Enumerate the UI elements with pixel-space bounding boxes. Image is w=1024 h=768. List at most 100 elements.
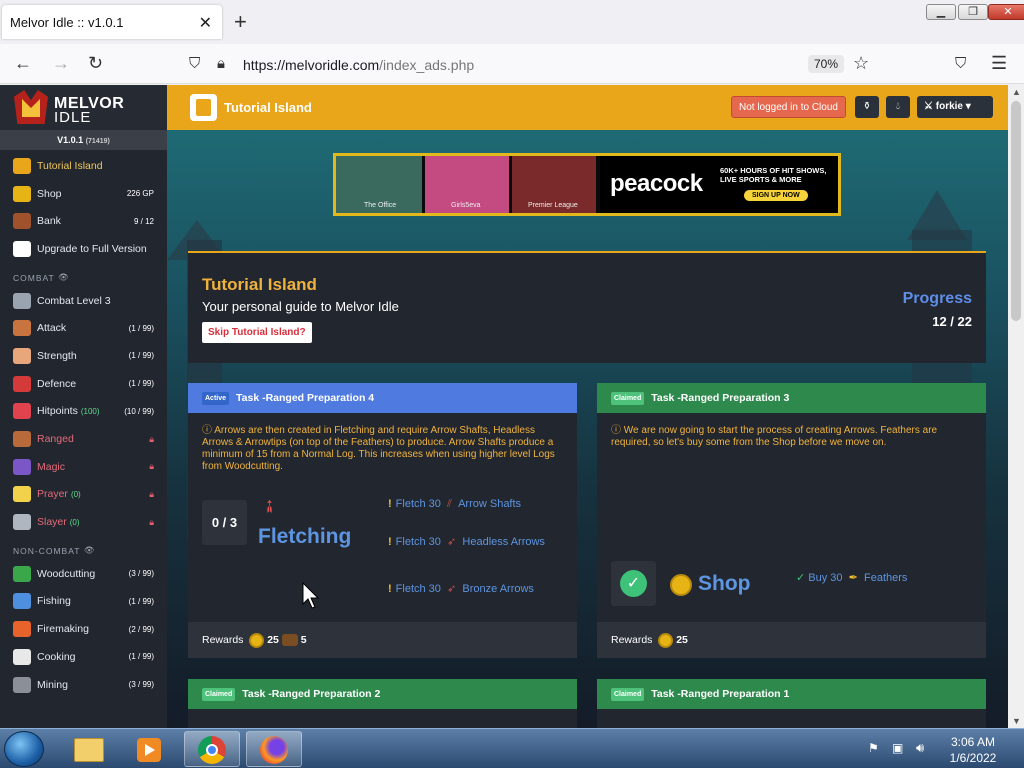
action-center-icon[interactable]: ⚑ [868, 741, 879, 755]
combat-header: COMBAT 👁︎ [0, 263, 167, 287]
sidebar-item-ranged[interactable]: Ranged 🔒︎ [0, 425, 167, 453]
sidebar-item-fishing[interactable]: Fishing (1 / 99) [0, 588, 167, 616]
requirement-2: ! Fletch 30 ➶ Headless Arrows [388, 536, 545, 548]
check-icon: ✓ [620, 570, 647, 597]
sidebar-item-firemaking[interactable]: Firemaking (2 / 99) [0, 615, 167, 643]
peacock-ad[interactable]: peacock 60K+ HOURS OF HIT SHOWS, LIVE SPO… [600, 156, 838, 213]
sidebar-item-tutorial-island[interactable]: Tutorial Island [0, 152, 167, 180]
tutorial-card: Tutorial Island Your personal guide to M… [188, 251, 986, 363]
eye-icon[interactable]: 👁︎ [84, 545, 96, 556]
chrome-taskbar-icon[interactable] [184, 731, 240, 767]
requirement-item: Bronze Arrows [462, 583, 534, 595]
url-bar[interactable]: https://melvoridle.com/index_ads.php [243, 57, 474, 73]
task-title: Task -Ranged Preparation 2 [242, 688, 381, 700]
scroll-down-icon[interactable]: ▼ [1012, 716, 1021, 726]
sidebar-item-mining[interactable]: Mining (3 / 99) [0, 671, 167, 699]
sidebar-item-upgrade-to-full-version[interactable]: Upgrade to Full Version [0, 235, 167, 263]
media-player-taskbar-icon[interactable] [122, 731, 178, 767]
sidebar-item-value: (1 / 99) [128, 652, 154, 662]
cloud-status-button[interactable]: Not logged in to Cloud [731, 96, 846, 118]
forward-icon[interactable]: → [52, 53, 70, 74]
potion-icon[interactable]: ⚱ [855, 96, 879, 118]
pocket-icon[interactable]: ⛉ [955, 55, 966, 72]
sidebar-item-attack[interactable]: Attack (1 / 99) [0, 314, 167, 342]
web-page: MELVOR IDLE V1.0.1 (71419) Tutorial Isla… [0, 85, 1008, 728]
sidebar-item-strength[interactable]: Strength (1 / 99) [0, 342, 167, 370]
sidebar-item-value: (1 / 99) [128, 323, 154, 333]
ad-headline: 60K+ HOURS OF HIT SHOWS, LIVE SPORTS & MO… [720, 166, 826, 184]
zoom-level[interactable]: 70% [808, 55, 845, 73]
shield-icon[interactable]: ⛉ [189, 55, 200, 72]
ad-image-premier-league[interactable]: Premier League [512, 156, 596, 213]
mouse-cursor [302, 582, 320, 609]
task-header: Claimed Task -Ranged Preparation 3 [597, 383, 986, 413]
new-tab-icon[interactable]: + [234, 9, 247, 35]
sidebar-item-label: Upgrade to Full Version [37, 242, 147, 255]
volume-icon[interactable]: 🔊︎ [916, 740, 924, 756]
requirement-action: Buy 30 [808, 572, 843, 584]
magic-icon [13, 458, 31, 475]
ad-label-2: Girls5eva [451, 202, 481, 209]
build: (71419) [85, 138, 110, 145]
close-tab-icon[interactable]: ✕ [199, 13, 212, 33]
sidebar-item-label: Defence [37, 377, 77, 390]
shop-icon [13, 185, 31, 202]
task-description: ⓘ Arrows are then created in Fletching a… [202, 425, 562, 473]
user-menu[interactable]: ⚔ forkie ▾ [917, 96, 993, 118]
tutorial-island-icon [13, 157, 31, 174]
droplet-icon[interactable]: 💧︎ [886, 96, 910, 118]
sidebar-item-value: 9 / 12 [133, 216, 154, 226]
sidebar-item-prayer[interactable]: Prayer (0) 🔒︎ [0, 481, 167, 509]
start-button[interactable] [4, 731, 44, 767]
sidebar-item-value: (10 / 99) [124, 406, 154, 416]
sidebar-item-hitpoints[interactable]: Hitpoints (100) (10 / 99) [0, 398, 167, 426]
sidebar-item-combat-level-3[interactable]: Combat Level 3 [0, 287, 167, 315]
sidebar-item-bank[interactable]: Bank 9 / 12 [0, 207, 167, 235]
sidebar-item-label: Strength [37, 349, 77, 362]
arrow-shafts-icon: ⫽ [447, 498, 452, 510]
scroll-thumb[interactable] [1011, 101, 1021, 321]
navigation-bar: ← → ↻ ⛉ 🔒︎ https://melvoridle.com/index_… [0, 44, 1024, 84]
reload-icon[interactable]: ↻ [88, 53, 103, 74]
sidebar-item-value: (3 / 99) [128, 569, 154, 579]
menu-icon[interactable]: ☰ [991, 53, 1007, 74]
close-window-button[interactable]: ✕ [988, 4, 1024, 20]
explorer-taskbar-icon[interactable] [62, 731, 118, 767]
back-icon[interactable]: ← [14, 53, 32, 74]
lock-icon: 🔒︎ [149, 488, 154, 499]
network-icon[interactable]: ▣ [892, 741, 903, 755]
sidebar-item-magic[interactable]: Magic 🔒︎ [0, 453, 167, 481]
sidebar-item-slayer[interactable]: Slayer (0) 🔒︎ [0, 508, 167, 536]
ad-line-2: LIVE SPORTS & MORE [720, 175, 802, 184]
task-description-text: We are now going to start the process of… [611, 425, 938, 448]
page-scrollbar[interactable]: ▲ ▼ [1008, 85, 1024, 728]
windows-taskbar: ⚑ ▣ 🔊︎ 3:06 AM 1/6/2022 [0, 728, 1024, 768]
gold-coin-icon [249, 632, 265, 648]
firefox-taskbar-icon[interactable] [246, 731, 302, 767]
sidebar-item-label: Ranged [37, 433, 74, 446]
browser-tab[interactable]: Melvor Idle :: v1.0.1 ✕ [2, 5, 222, 39]
sidebar-item-woodcutting[interactable]: Woodcutting (3 / 99) [0, 560, 167, 588]
task-card-ranged-prep-1: Claimed Task -Ranged Preparation 1 [597, 679, 986, 728]
bookmark-star-icon[interactable]: ☆ [853, 53, 869, 74]
eye-icon[interactable]: 👁︎ [58, 272, 70, 283]
logo-helmet-icon [14, 90, 48, 124]
ad-image-girls5eva[interactable]: Girls5eva [425, 156, 509, 213]
scroll-up-icon[interactable]: ▲ [1012, 87, 1021, 97]
skip-tutorial-button[interactable]: Skip Tutorial Island? [202, 322, 312, 343]
headless-arrows-icon: ➶ [447, 536, 457, 548]
reward-logs: 5 [300, 634, 307, 646]
taskbar-clock[interactable]: 3:06 AM 1/6/2022 [942, 734, 1004, 766]
ad-signup-button[interactable]: SIGN UP NOW [744, 190, 808, 201]
melvor-logo[interactable]: MELVOR IDLE [0, 85, 167, 130]
sidebar-noncombat-items: Woodcutting (3 / 99) Fishing (1 / 99) Firema… [0, 560, 167, 698]
lock-icon[interactable]: 🔒︎ [217, 55, 225, 72]
ad-image-office[interactable]: The Office [336, 156, 422, 213]
sidebar-item-defence[interactable]: Defence (1 / 99) [0, 370, 167, 398]
sidebar-item-value: (1 / 99) [128, 351, 154, 361]
complete-check: ✓ [611, 561, 656, 606]
sidebar-item-shop[interactable]: Shop 226 GP [0, 180, 167, 208]
sidebar-item-cooking[interactable]: Cooking (1 / 99) [0, 643, 167, 671]
restore-button[interactable]: ❐ [958, 4, 988, 20]
minimize-button[interactable]: ▁ [926, 4, 956, 20]
